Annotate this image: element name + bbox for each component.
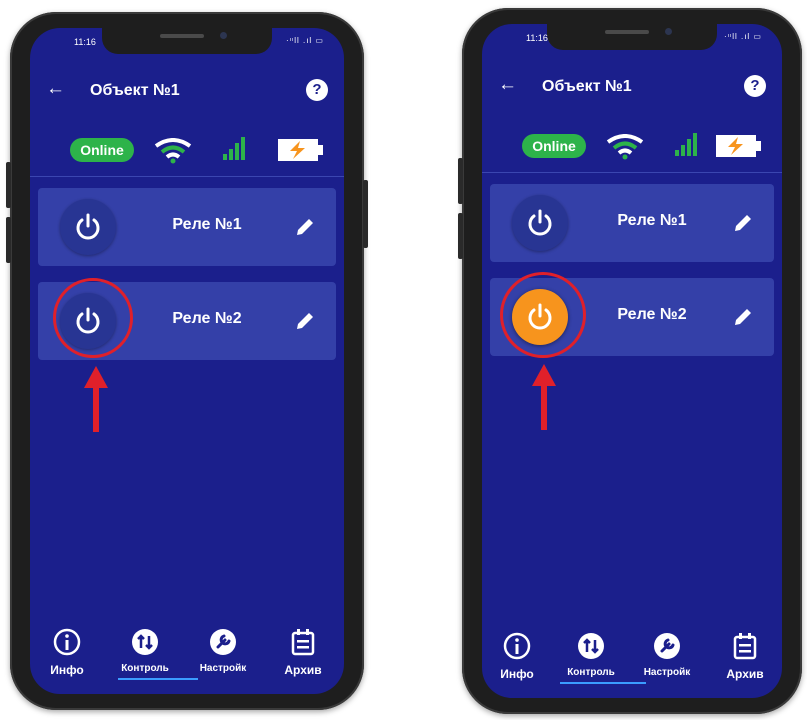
device-status-row: Online: [30, 128, 344, 168]
calendar-icon: [733, 633, 757, 660]
status-indicators: ·ᶦᶦll .ıl ▭: [286, 36, 324, 45]
info-icon: [53, 628, 81, 656]
app-screen: 11:16 ·ᶦᶦll .ıl ▭ ← Объект №1 ? Online Р…: [30, 28, 344, 694]
nav-info-label: Инфо: [500, 667, 534, 681]
active-tab-indicator: [560, 682, 646, 684]
pencil-icon[interactable]: [294, 310, 316, 337]
wrench-icon: [210, 629, 236, 655]
power-button-relay-1[interactable]: [512, 195, 568, 251]
divider: [482, 172, 782, 173]
signal-icon: [222, 134, 248, 167]
swap-icon: [578, 633, 604, 659]
nav-settings-label: Настройк: [643, 667, 691, 678]
signal-icon: [674, 130, 700, 163]
nav-control-label: Контроль: [567, 667, 615, 678]
phone-left: 11:16 ·ᶦᶦll .ıl ▭ ← Объект №1 ? Online Р…: [6, 12, 368, 710]
annotation-arrow: [84, 366, 108, 432]
notch: [102, 28, 272, 54]
status-indicators: ·ᶦᶦll .ıl ▭: [724, 32, 762, 41]
help-icon[interactable]: ?: [306, 79, 328, 101]
swap-icon: [132, 629, 158, 655]
relay-card-1: Реле №1: [38, 188, 336, 266]
page-title: Объект №1: [542, 78, 632, 95]
nav-control[interactable]: Контроль: [110, 628, 180, 674]
annotation-arrow: [532, 364, 556, 430]
annotation-circle: [53, 278, 133, 358]
wrench-icon: [654, 633, 680, 659]
nav-settings[interactable]: Настройк: [188, 628, 258, 674]
pencil-icon[interactable]: [732, 306, 754, 333]
page-title: Объект №1: [90, 82, 180, 99]
wifi-icon: [154, 138, 192, 169]
back-arrow-icon[interactable]: ←: [46, 78, 65, 100]
power-button-relay-1[interactable]: [60, 199, 116, 255]
pencil-icon[interactable]: [294, 216, 316, 243]
nav-control-label: Контроль: [121, 663, 169, 674]
relay-card-1: Реле №1: [490, 184, 774, 262]
battery-charging-icon: [716, 134, 762, 163]
wifi-icon: [606, 134, 644, 165]
relay-label: Реле №1: [172, 216, 242, 233]
active-tab-indicator: [118, 678, 198, 680]
nav-control[interactable]: Контроль: [556, 632, 626, 678]
status-time: 11:16: [526, 33, 548, 43]
nav-settings[interactable]: Настройк: [632, 632, 702, 678]
device-status-row: Online: [482, 124, 782, 164]
power-icon: [528, 209, 552, 236]
relay-label: Реле №2: [617, 306, 687, 323]
status-time: 11:16: [74, 37, 96, 47]
help-icon[interactable]: ?: [744, 75, 766, 97]
nav-info-label: Инфо: [50, 663, 84, 677]
notch: [547, 24, 717, 50]
online-badge: Online: [522, 134, 586, 158]
battery-charging-icon: [278, 138, 324, 167]
divider: [30, 176, 344, 177]
nav-info[interactable]: Инфо: [32, 628, 102, 677]
nav-info[interactable]: Инфо: [482, 632, 552, 681]
nav-archive-label: Архив: [726, 667, 764, 681]
relay-label: Реле №2: [172, 310, 242, 327]
app-bar: ← Объект №1 ?: [482, 68, 782, 108]
info-icon: [503, 632, 531, 660]
bottom-nav: Инфо Контроль Настройк Архив: [30, 622, 344, 694]
annotation-circle: [500, 272, 586, 358]
app-bar: ← Объект №1 ?: [30, 72, 344, 112]
back-arrow-icon[interactable]: ←: [498, 74, 517, 96]
pencil-icon[interactable]: [732, 212, 754, 239]
bottom-nav: Инфо Контроль Настройк Архив: [482, 626, 782, 698]
calendar-icon: [291, 629, 315, 656]
online-badge: Online: [70, 138, 134, 162]
nav-archive[interactable]: Архив: [710, 632, 780, 681]
phone-right: 11:16 ·ᶦᶦll .ıl ▭ ← Объект №1 ? Online Р…: [458, 8, 802, 714]
nav-settings-label: Настройк: [199, 663, 247, 674]
nav-archive[interactable]: Архив: [268, 628, 338, 677]
relay-label: Реле №1: [617, 212, 687, 229]
power-icon: [76, 213, 100, 240]
nav-archive-label: Архив: [284, 663, 322, 677]
app-screen: 11:16 ·ᶦᶦll .ıl ▭ ← Объект №1 ? Online Р…: [482, 24, 782, 698]
